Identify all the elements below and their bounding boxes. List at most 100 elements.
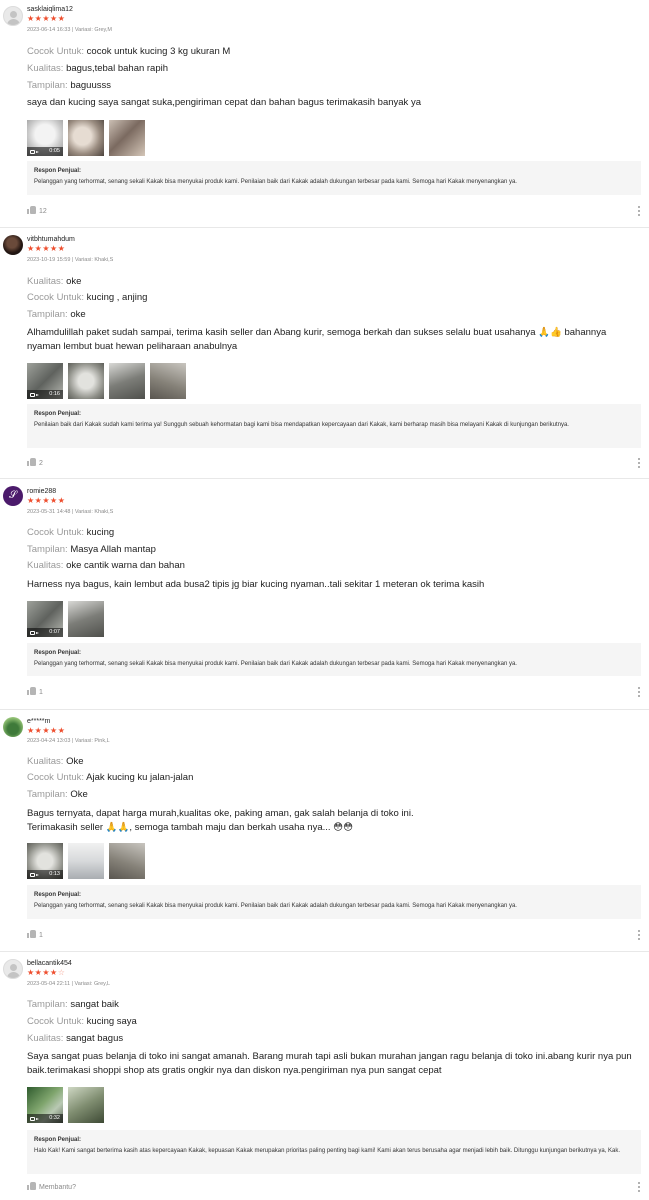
review-video-thumbnail[interactable]: 0:32 <box>27 1087 63 1123</box>
video-camera-icon <box>30 150 39 154</box>
attribute-label: Cocok Untuk: <box>27 1016 85 1027</box>
review-photo-thumbnail[interactable] <box>109 363 145 399</box>
video-camera-icon <box>30 1117 39 1121</box>
video-camera-icon <box>30 393 39 397</box>
attribute-row: Tampilan: Masya Allah mantap <box>27 544 156 555</box>
star-rating: ★★★★★ <box>27 496 65 505</box>
thumbs-up-icon <box>27 206 36 214</box>
review-video-thumbnail[interactable]: 0:13 <box>27 843 63 879</box>
user-avatar[interactable] <box>3 717 23 737</box>
video-duration-bar: 0:13 <box>27 870 63 879</box>
attribute-label: Kualitas: <box>27 756 64 767</box>
attribute-label: Tampilan: <box>27 999 68 1010</box>
review-photo-thumbnail[interactable] <box>109 120 145 156</box>
more-options-icon[interactable] <box>638 206 641 217</box>
seller-response-title: Respon Penjual: <box>34 411 82 417</box>
attribute-row: Cocok Untuk: Ajak kucing ku jalan-jalan <box>27 772 193 783</box>
like-button[interactable]: 12 <box>27 206 47 215</box>
reviewer-username[interactable]: romie288 <box>27 488 56 495</box>
attribute-row: Tampilan: sangat baik <box>27 999 119 1010</box>
review-video-thumbnail[interactable]: 0:07 <box>27 601 63 637</box>
video-duration: 0:32 <box>49 1115 60 1121</box>
reviewer-username[interactable]: bellacantik454 <box>27 960 72 967</box>
avatar-glyph: 𝒮 <box>9 490 17 501</box>
review-video-thumbnail[interactable]: 0:05 <box>27 120 63 156</box>
thumbs-up-icon <box>27 930 36 938</box>
more-options-icon[interactable] <box>638 458 641 469</box>
attribute-label: Kualitas: <box>27 560 64 571</box>
attribute-label: Cocok Untuk: <box>27 46 85 57</box>
review-photo-thumbnail[interactable] <box>68 843 104 879</box>
helpful-label: Membantu? <box>39 1184 76 1191</box>
seller-response-title: Respon Penjual: <box>34 650 82 656</box>
review-item: e*****m ★★★★★ 2023-04-24 13:03 | Variasi… <box>0 710 649 952</box>
reviewer-username[interactable]: e*****m <box>27 718 50 725</box>
attribute-row: Kualitas: oke <box>27 276 81 287</box>
attribute-row: Kualitas: sangat bagus <box>27 1033 123 1044</box>
review-text: saya dan kucing saya sangat suka,pengiri… <box>27 97 421 108</box>
review-photo-thumbnail[interactable] <box>68 120 104 156</box>
attribute-value: Masya Allah mantap <box>70 544 156 555</box>
review-item: 𝒮 romie288 ★★★★★ 2023-05-31 14:48 | Vari… <box>0 479 649 710</box>
reviewer-username[interactable]: sasklaiqlima12 <box>27 6 73 13</box>
review-item: vitbhtumahdum ★★★★★ 2023-10-19 15:59 | V… <box>0 228 649 479</box>
review-photo-thumbnail[interactable] <box>68 601 104 637</box>
like-button[interactable]: 1 <box>27 930 43 939</box>
attribute-value: kucing , anjing <box>86 292 148 303</box>
seller-response-text: Penilaian baik dari Kakak sudah kami ter… <box>34 422 569 428</box>
attribute-label: Cocok Untuk: <box>27 772 85 783</box>
review-text: Harness nya bagus, kain lembut ada busa2… <box>27 579 485 590</box>
review-photo-thumbnail[interactable] <box>68 363 104 399</box>
review-meta: 2023-04-24 13:03 | Variasi: Pink,L <box>27 738 110 744</box>
attribute-row: Tampilan: Oke <box>27 789 88 800</box>
seller-response-title: Respon Penjual: <box>34 168 82 174</box>
filled-stars: ★★★★★ <box>27 726 66 735</box>
attribute-value: Oke <box>70 789 88 800</box>
attribute-label: Kualitas: <box>27 1033 64 1044</box>
seller-response: Respon Penjual: Pelanggan yang terhormat… <box>27 161 641 195</box>
star-rating: ★★★★★ <box>27 244 65 253</box>
seller-response: Respon Penjual: Halo Kak! Kami sangat be… <box>27 1130 641 1174</box>
video-camera-icon <box>30 873 39 877</box>
review-meta: 2023-06-14 16:33 | Variasi: Grey,M <box>27 27 112 33</box>
attribute-row: Cocok Untuk: kucing , anjing <box>27 292 147 303</box>
video-duration-bar: 0:07 <box>27 628 63 637</box>
user-avatar-default-icon[interactable] <box>3 959 23 979</box>
attribute-row: Kualitas: Oke <box>27 756 84 767</box>
attribute-row: Cocok Untuk: cocok untuk kucing 3 kg uku… <box>27 46 230 57</box>
reviewer-username[interactable]: vitbhtumahdum <box>27 236 75 243</box>
seller-response: Respon Penjual: Pelanggan yang terhormat… <box>27 643 641 676</box>
attribute-label: Cocok Untuk: <box>27 292 85 303</box>
review-photo-thumbnail[interactable] <box>68 1087 104 1123</box>
like-button[interactable]: 1 <box>27 687 43 696</box>
attribute-value: bagus,tebal bahan rapih <box>66 63 169 74</box>
attribute-value: Oke <box>66 756 84 767</box>
like-button[interactable]: 2 <box>27 458 43 467</box>
attribute-label: Cocok Untuk: <box>27 527 85 538</box>
more-options-icon[interactable] <box>638 930 641 941</box>
review-photo-thumbnail[interactable] <box>109 843 145 879</box>
more-options-icon[interactable] <box>638 1182 641 1193</box>
review-video-thumbnail[interactable]: 0:16 <box>27 363 63 399</box>
thumbs-up-icon <box>27 687 36 695</box>
user-avatar[interactable]: 𝒮 <box>3 486 23 506</box>
seller-response: Respon Penjual: Pelanggan yang terhormat… <box>27 885 641 919</box>
video-camera-icon <box>30 631 39 635</box>
attribute-row: Cocok Untuk: kucing saya <box>27 1016 137 1027</box>
review-meta: 2023-05-04 22:11 | Variasi: Grey,L <box>27 981 111 987</box>
attribute-value: cocok untuk kucing 3 kg ukuran M <box>86 46 231 57</box>
more-options-icon[interactable] <box>638 687 641 698</box>
attribute-value: kucing saya <box>86 1016 137 1027</box>
helpful-button[interactable]: Membantu? <box>27 1182 76 1191</box>
user-avatar-default-icon[interactable] <box>3 6 23 26</box>
review-meta: 2023-10-19 15:59 | Variasi: Khaki,S <box>27 257 114 263</box>
empty-stars: ☆ <box>57 968 66 977</box>
seller-response-title: Respon Penjual: <box>34 1137 82 1143</box>
attribute-label: Kualitas: <box>27 276 64 287</box>
review-photo-thumbnail[interactable] <box>150 363 186 399</box>
like-count: 1 <box>39 689 43 696</box>
like-count: 12 <box>39 208 47 215</box>
video-duration-bar: 0:32 <box>27 1114 63 1123</box>
video-duration: 0:05 <box>49 148 60 154</box>
user-avatar[interactable] <box>3 235 23 255</box>
